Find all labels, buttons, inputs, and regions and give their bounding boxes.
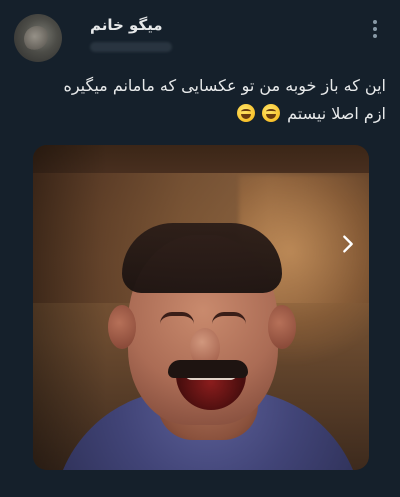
tweet-text-line-with-emojis: ازم اصلا نیستم [16, 100, 386, 128]
avatar[interactable] [14, 14, 62, 62]
person-ear-right [268, 305, 296, 349]
tweet-media-image[interactable] [33, 145, 369, 470]
person-eye-right [212, 312, 246, 326]
author-handle-blurred [90, 42, 172, 52]
media-person-laughing [53, 220, 363, 470]
tweet-text-line: ازم اصلا نیستم [287, 104, 386, 123]
tweet-text-line: این که باز خوبه من تو عکسایی که مامانم م… [63, 76, 386, 95]
author-display-name[interactable]: میگو خانم [90, 16, 260, 34]
person-hair [122, 223, 282, 293]
tweet-card[interactable]: میگو خانم این که باز خوبه من تو عکسایی ک… [0, 0, 400, 497]
tweet-header: میگو خانم [14, 12, 386, 68]
person-ear-left [108, 305, 136, 349]
person-eye-left [160, 312, 194, 326]
author-block[interactable]: میگو خانم [90, 16, 260, 52]
grinning-sweat-emoji-icon [262, 104, 281, 122]
tweet-text: این که باز خوبه من تو عکسایی که مامانم م… [16, 72, 386, 128]
more-options-icon[interactable] [372, 20, 378, 38]
grinning-sweat-emoji-icon [236, 104, 255, 122]
person-eyes [160, 312, 250, 328]
media-next-chevron-right-icon[interactable] [337, 233, 359, 255]
chevron-right-icon [343, 235, 353, 253]
person-mustache [168, 360, 248, 378]
